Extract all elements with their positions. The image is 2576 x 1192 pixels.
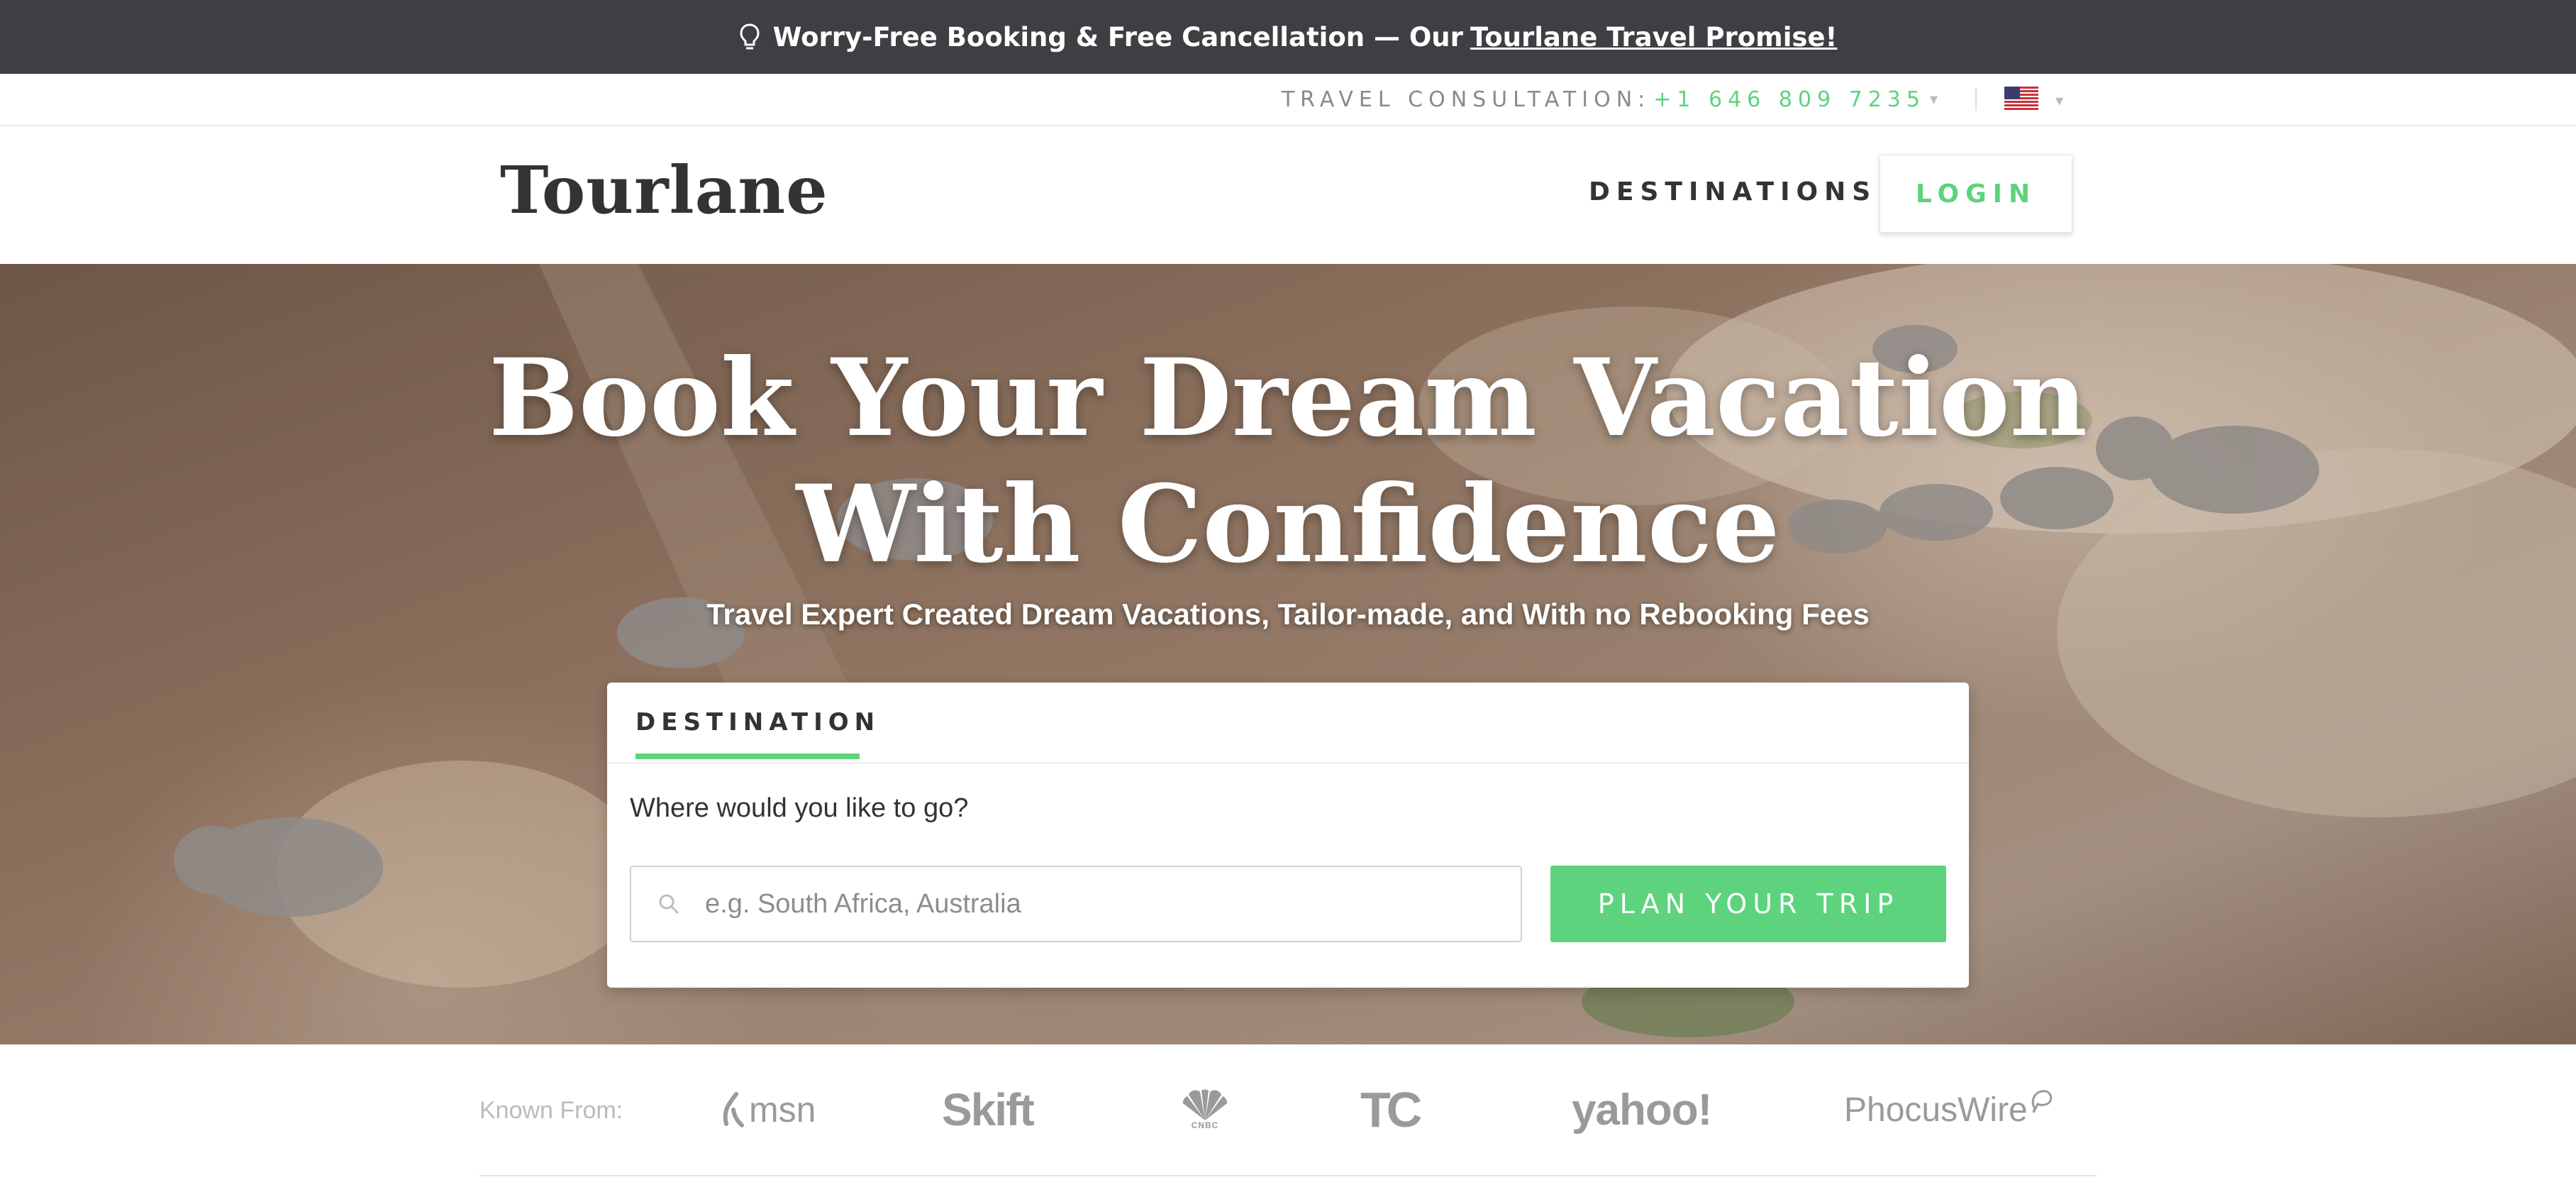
tourlane-logo[interactable]: Tourlane [500, 152, 828, 228]
cnbc-logo: CNBC [1180, 1081, 1230, 1138]
tab-divider [607, 762, 1969, 763]
known-from-label: Known From: [479, 1097, 623, 1124]
travel-consultation[interactable]: TRAVEL CONSULTATION: +1 646 809 7235 ▾ [1282, 74, 1938, 125]
utility-bar: TRAVEL CONSULTATION: +1 646 809 7235 ▾ ▾ [0, 74, 2576, 126]
destination-question: Where would you like to go? [630, 793, 969, 823]
consultation-phone[interactable]: +1 646 809 7235 [1653, 87, 1926, 112]
hero-title-line-2: With Confidence [796, 462, 1780, 587]
promo-text: Worry-Free Booking & Free Cancellation —… [772, 21, 1463, 53]
msn-logo: msn [719, 1081, 816, 1138]
hero-subtitle: Travel Expert Created Dream Vacations, T… [706, 597, 1870, 631]
techcrunch-logo: TC [1360, 1081, 1422, 1138]
cnbc-logo-text: CNBC [1191, 1120, 1219, 1130]
techcrunch-logo-text: TC [1360, 1082, 1422, 1137]
search-card: DESTINATION Where would you like to go? … [607, 683, 1969, 988]
hero-title: Book Your Dream Vacation With Confidence [0, 335, 2576, 587]
phocuswire-logo: PhocusWire [1844, 1081, 2055, 1138]
destination-search-input[interactable] [704, 888, 1487, 920]
consultation-label: TRAVEL CONSULTATION: [1281, 87, 1651, 112]
travel-promise-link[interactable]: Tourlane Travel Promise! [1470, 22, 1837, 53]
chevron-down-icon: ▾ [2055, 91, 2064, 109]
skift-logo-text: Skift [942, 1084, 1035, 1135]
divider [1975, 88, 1977, 111]
us-flag-icon [2004, 87, 2038, 114]
divider [479, 1175, 2097, 1176]
plan-your-trip-button[interactable]: PLAN YOUR TRIP [1550, 866, 1946, 942]
login-button[interactable]: LOGIN [1880, 155, 2072, 233]
known-from-section: Known From: msn Skift CNBC TC yahoo! Pho… [0, 1044, 2576, 1192]
chevron-down-icon: ▾ [1929, 90, 1938, 109]
lightbulb-icon [739, 23, 760, 51]
yahoo-logo: yahoo! [1572, 1081, 1712, 1138]
search-icon [658, 893, 679, 915]
active-tab-indicator [635, 754, 860, 759]
hero-title-line-1: Book Your Dream Vacation [489, 336, 2087, 460]
destination-search-field[interactable] [630, 866, 1522, 942]
country-selector[interactable]: ▾ [2004, 87, 2063, 114]
nav-destinations[interactable]: DESTINATIONS [1589, 177, 1877, 206]
tab-destination[interactable]: DESTINATION [635, 708, 880, 736]
site-header: Tourlane DESTINATIONS LOGIN [0, 126, 2576, 264]
skift-logo: Skift [942, 1081, 1035, 1138]
phocuswire-logo-text: PhocusWire [1844, 1091, 2028, 1129]
yahoo-logo-text: yahoo! [1572, 1085, 1712, 1135]
msn-logo-text: msn [749, 1090, 816, 1130]
promo-banner: Worry-Free Booking & Free Cancellation —… [0, 0, 2576, 74]
